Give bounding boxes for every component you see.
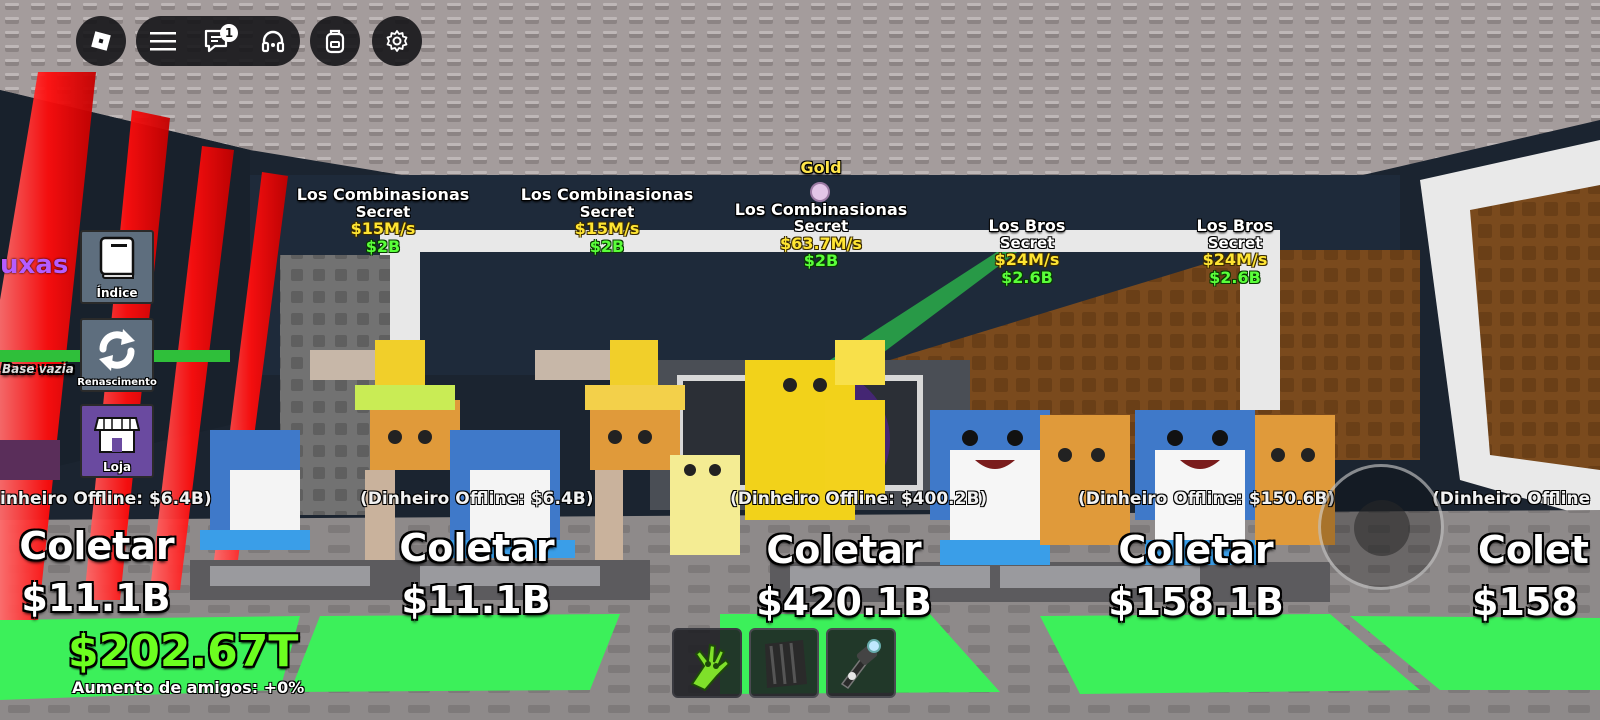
jump-button-icon [1354,500,1410,556]
index-label: Índice [96,286,138,300]
headset-icon[interactable] [260,28,286,54]
green-slap-glove-icon [690,643,731,692]
rebirth-label: Renascimento [77,377,157,388]
chat-button[interactable]: 1 [204,24,238,54]
book-icon [99,236,135,279]
hotbar-slot-2[interactable] [749,628,819,698]
backpack-button[interactable] [310,16,360,66]
backpack-icon [325,29,345,54]
chat-badge: 1 [220,24,238,42]
hamburger-menu-icon[interactable] [150,31,176,51]
dark-cloak-icon [765,640,807,688]
shop-icon [94,417,140,453]
shop-button[interactable]: Loja [80,404,154,478]
game-scene [0,0,1600,720]
shop-label: Loja [102,460,132,474]
topbar-group: 1 [136,16,300,66]
roblox-logo-icon [91,31,111,51]
refresh-icon [99,329,135,371]
grapple-gun-icon [840,639,881,690]
roblox-menu-button[interactable] [76,16,126,66]
hotbar-slot-3[interactable] [826,628,896,698]
settings-button[interactable] [372,16,422,66]
gear-icon [386,30,408,52]
index-button[interactable]: Índice [80,230,154,304]
rebirth-button[interactable]: Renascimento [77,318,157,392]
jump-button[interactable] [1318,464,1444,590]
hotbar-slot-1[interactable] [672,628,742,698]
